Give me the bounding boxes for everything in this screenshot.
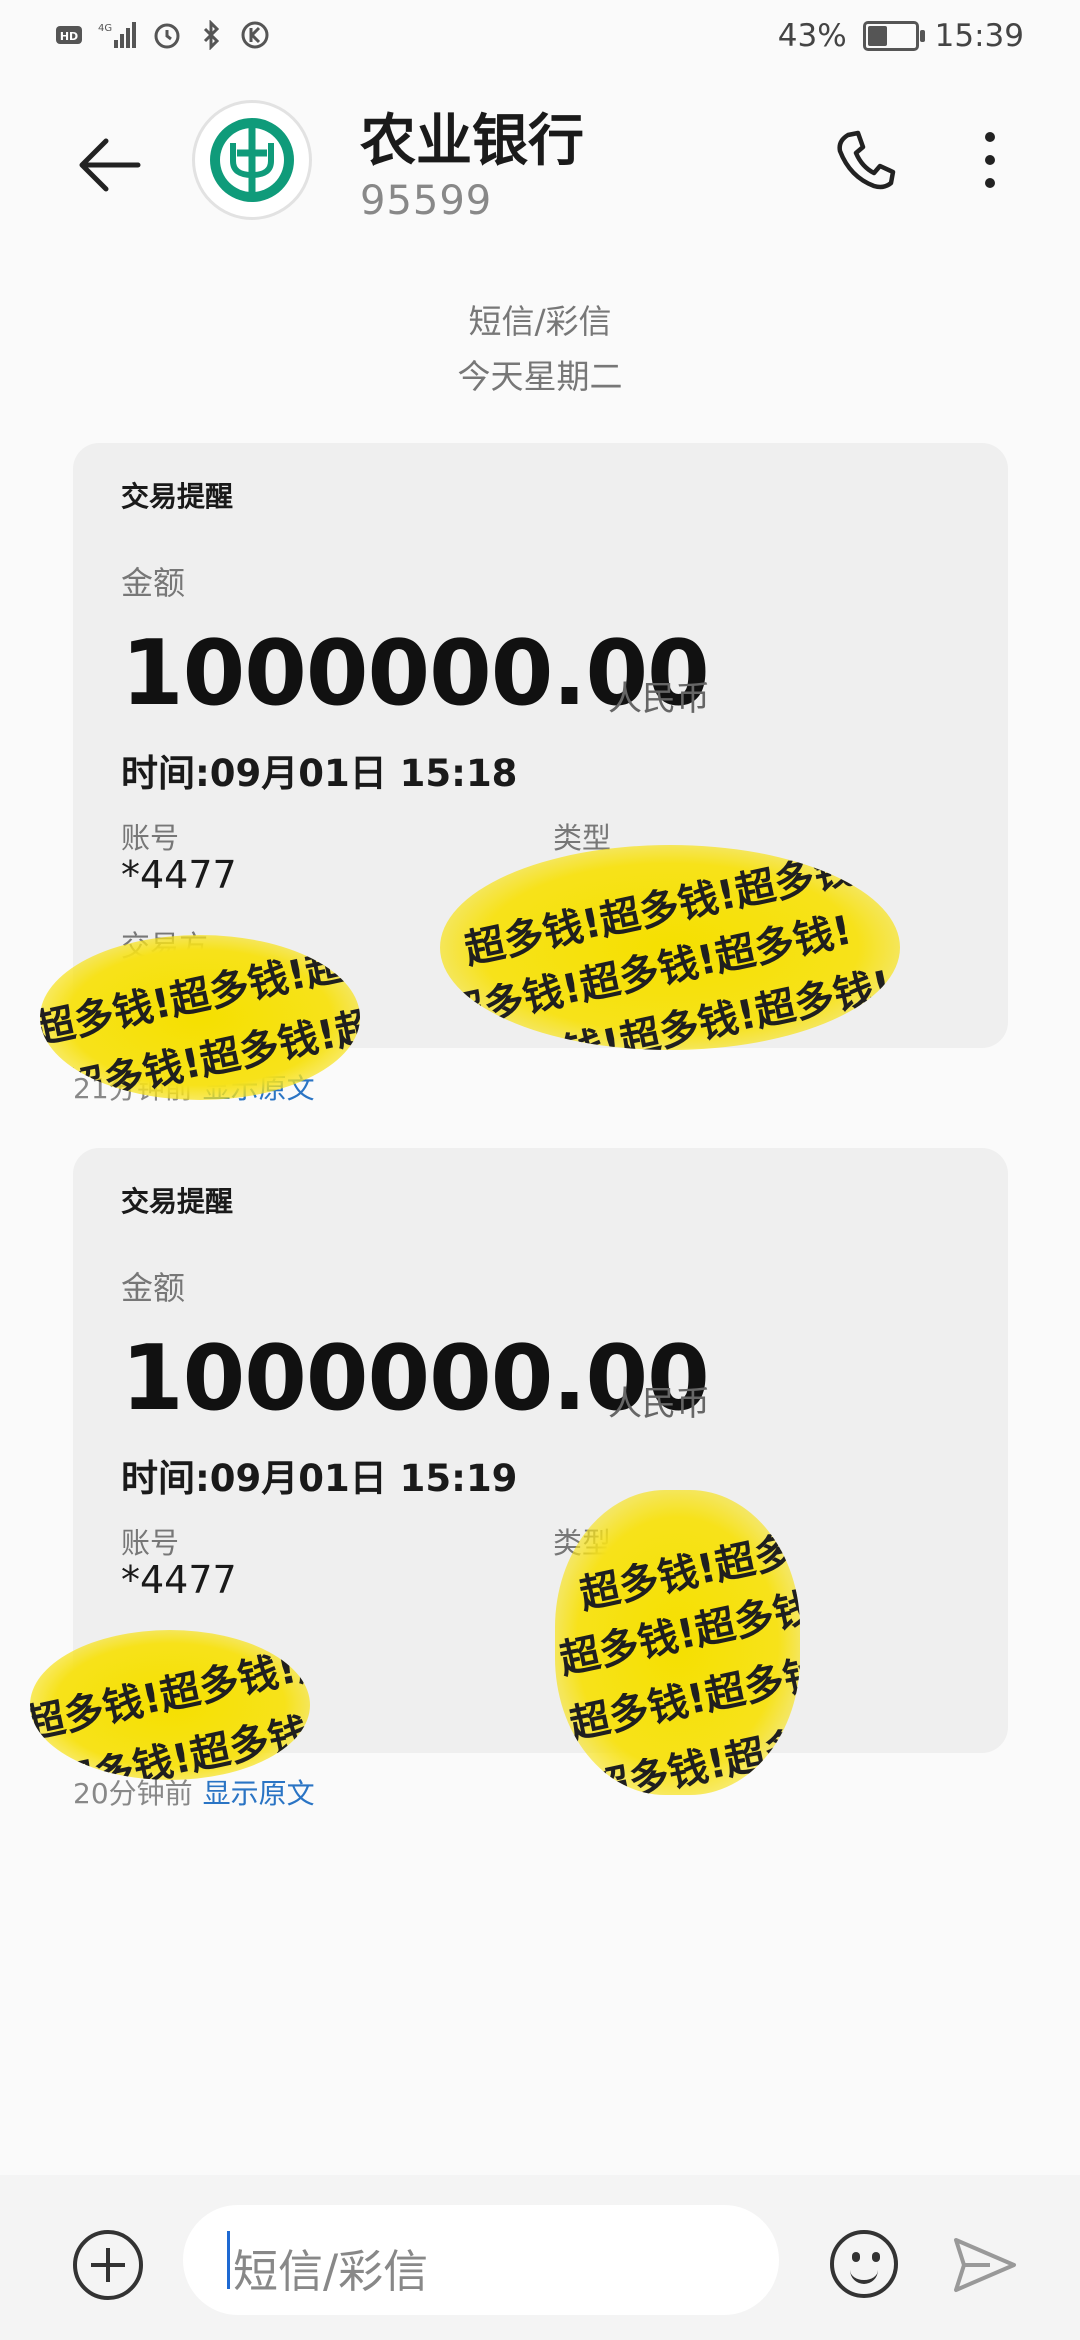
card-title: 交易提醒 (121, 480, 234, 513)
transaction-time: 时间:09月01日 15:18 (121, 752, 518, 795)
contact-avatar[interactable] (192, 100, 312, 220)
currency-label: 人民币 (608, 1384, 710, 1424)
battery-fill (867, 26, 887, 46)
currency-label: 人民币 (608, 679, 710, 719)
card-title: 交易提醒 (121, 1185, 234, 1218)
battery-percent: 43% (777, 18, 847, 54)
back-arrow-icon[interactable] (70, 125, 150, 205)
composer-bar: 短信/彩信 (0, 2175, 1080, 2340)
bluetooth-icon (203, 20, 220, 50)
emoji-eye (872, 2252, 880, 2262)
account-label: 账号 (121, 1526, 180, 1560)
clock: 15:39 (934, 18, 1024, 54)
emoji-mouth (850, 2264, 878, 2284)
amount-label: 金额 (121, 1269, 186, 1307)
account-value: *4477 (121, 853, 237, 897)
status-icons-left: HD 4G (54, 20, 270, 50)
status-bar: HD 4G 43% 15:39 (0, 0, 1080, 76)
text-caret (227, 2231, 230, 2289)
contact-number: 95599 (360, 178, 493, 224)
account-label: 账号 (121, 821, 180, 855)
contact-name: 农业银行 (360, 109, 584, 174)
account-value: *4477 (121, 1558, 237, 1602)
svg-text:4G: 4G (98, 23, 112, 34)
message-input[interactable]: 短信/彩信 (183, 2205, 779, 2315)
hd-icon: HD (56, 26, 82, 44)
amount-label: 金额 (121, 564, 186, 602)
redaction-sticker: 超多钱!超多钱!超多钱! 超多钱!超多钱!超多钱! 超多钱!超多钱!超多钱! (440, 845, 900, 1050)
redaction-sticker: 超多钱!超多钱!超多钱! 超多钱!超多钱!超多钱! (40, 935, 360, 1100)
signal-icon: 4G (98, 22, 136, 48)
svg-text:HD: HD (60, 30, 78, 43)
phone-icon[interactable] (830, 125, 900, 195)
message-age: 20分钟前 (73, 1777, 193, 1810)
redaction-sticker: 超多钱!超多钱!超多钱! 超多钱!超多钱!超多钱! 超多钱!超多钱!超多钱! 超… (555, 1490, 800, 1795)
battery-icon (862, 21, 925, 51)
k-circle-icon (241, 21, 269, 49)
emoji-eye (852, 2252, 860, 2262)
conversation-header: 农业银行 95599 (0, 80, 1080, 270)
add-attachment-icon[interactable] (73, 2230, 143, 2300)
status-icons-right: 43% 15:39 (778, 18, 1024, 54)
send-icon[interactable] (950, 2230, 1020, 2300)
emoji-icon[interactable] (830, 2230, 898, 2298)
abc-logo-icon (210, 118, 294, 202)
alarm-icon (154, 23, 180, 49)
redaction-sticker: 超多钱!超多钱!超多钱! 超多钱!超多钱!超多钱! (30, 1630, 310, 1780)
show-original-link[interactable]: 显示原文 (203, 1777, 315, 1810)
thread-date-label: 今天星期二 (457, 357, 623, 396)
message-input-placeholder: 短信/彩信 (233, 2245, 429, 2298)
thread-channel-label: 短信/彩信 (468, 302, 612, 341)
more-options-icon[interactable] (970, 125, 1010, 195)
transaction-time: 时间:09月01日 15:19 (121, 1457, 518, 1500)
